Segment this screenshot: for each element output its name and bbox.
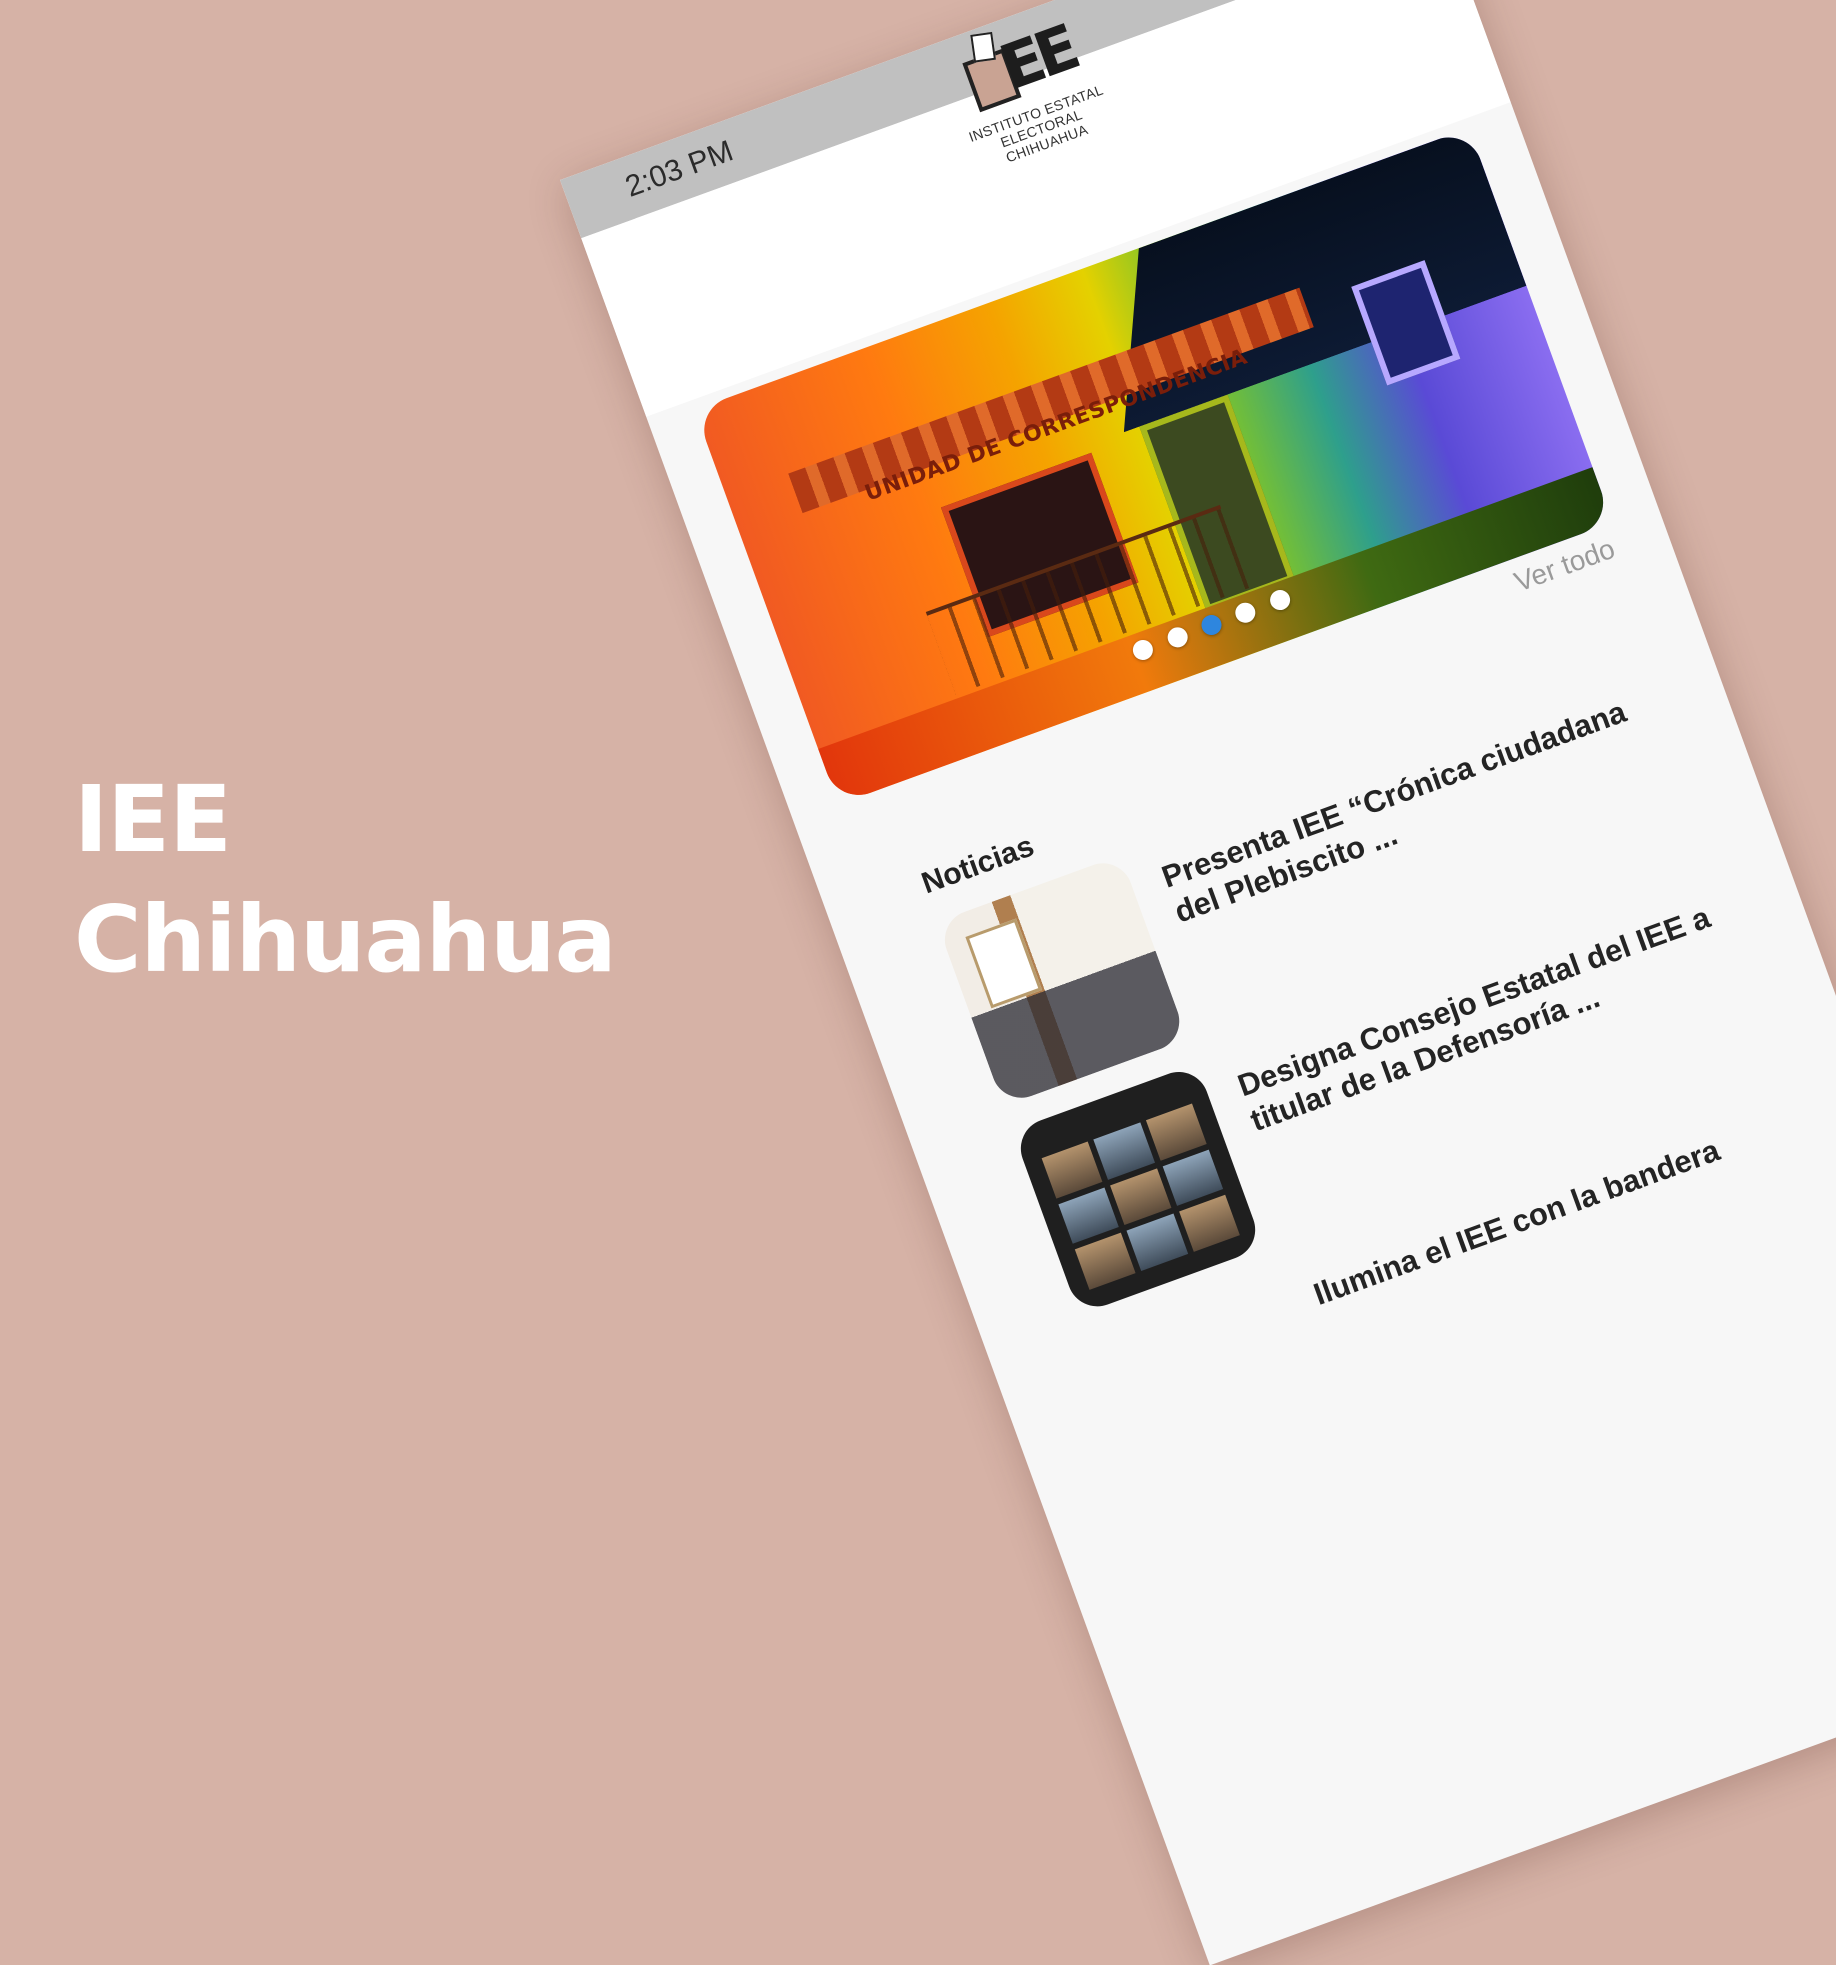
iee-logo[interactable]: E E INSTITUTO ESTATAL ELECTORAL CHIHUAHU… xyxy=(915,6,1143,185)
news-list: Presenta IEE “Crónica ciudadana del Pleb… xyxy=(936,662,1836,1548)
news-title: Presenta IEE “Crónica ciudadana del Pleb… xyxy=(1157,693,1631,930)
news-thumbnail xyxy=(1012,1063,1264,1315)
promo-title-line1: IEE xyxy=(74,766,232,873)
promo-title: IEE Chihuahua xyxy=(74,760,617,1000)
promo-title-line2: Chihuahua xyxy=(74,886,617,993)
video-call-grid-image xyxy=(1041,1103,1240,1290)
phone-screen: 2:03 PM E E INSTITUTO ESTATAL ELECTORAL … xyxy=(560,0,1836,1965)
news-thumbnail xyxy=(936,854,1188,1107)
